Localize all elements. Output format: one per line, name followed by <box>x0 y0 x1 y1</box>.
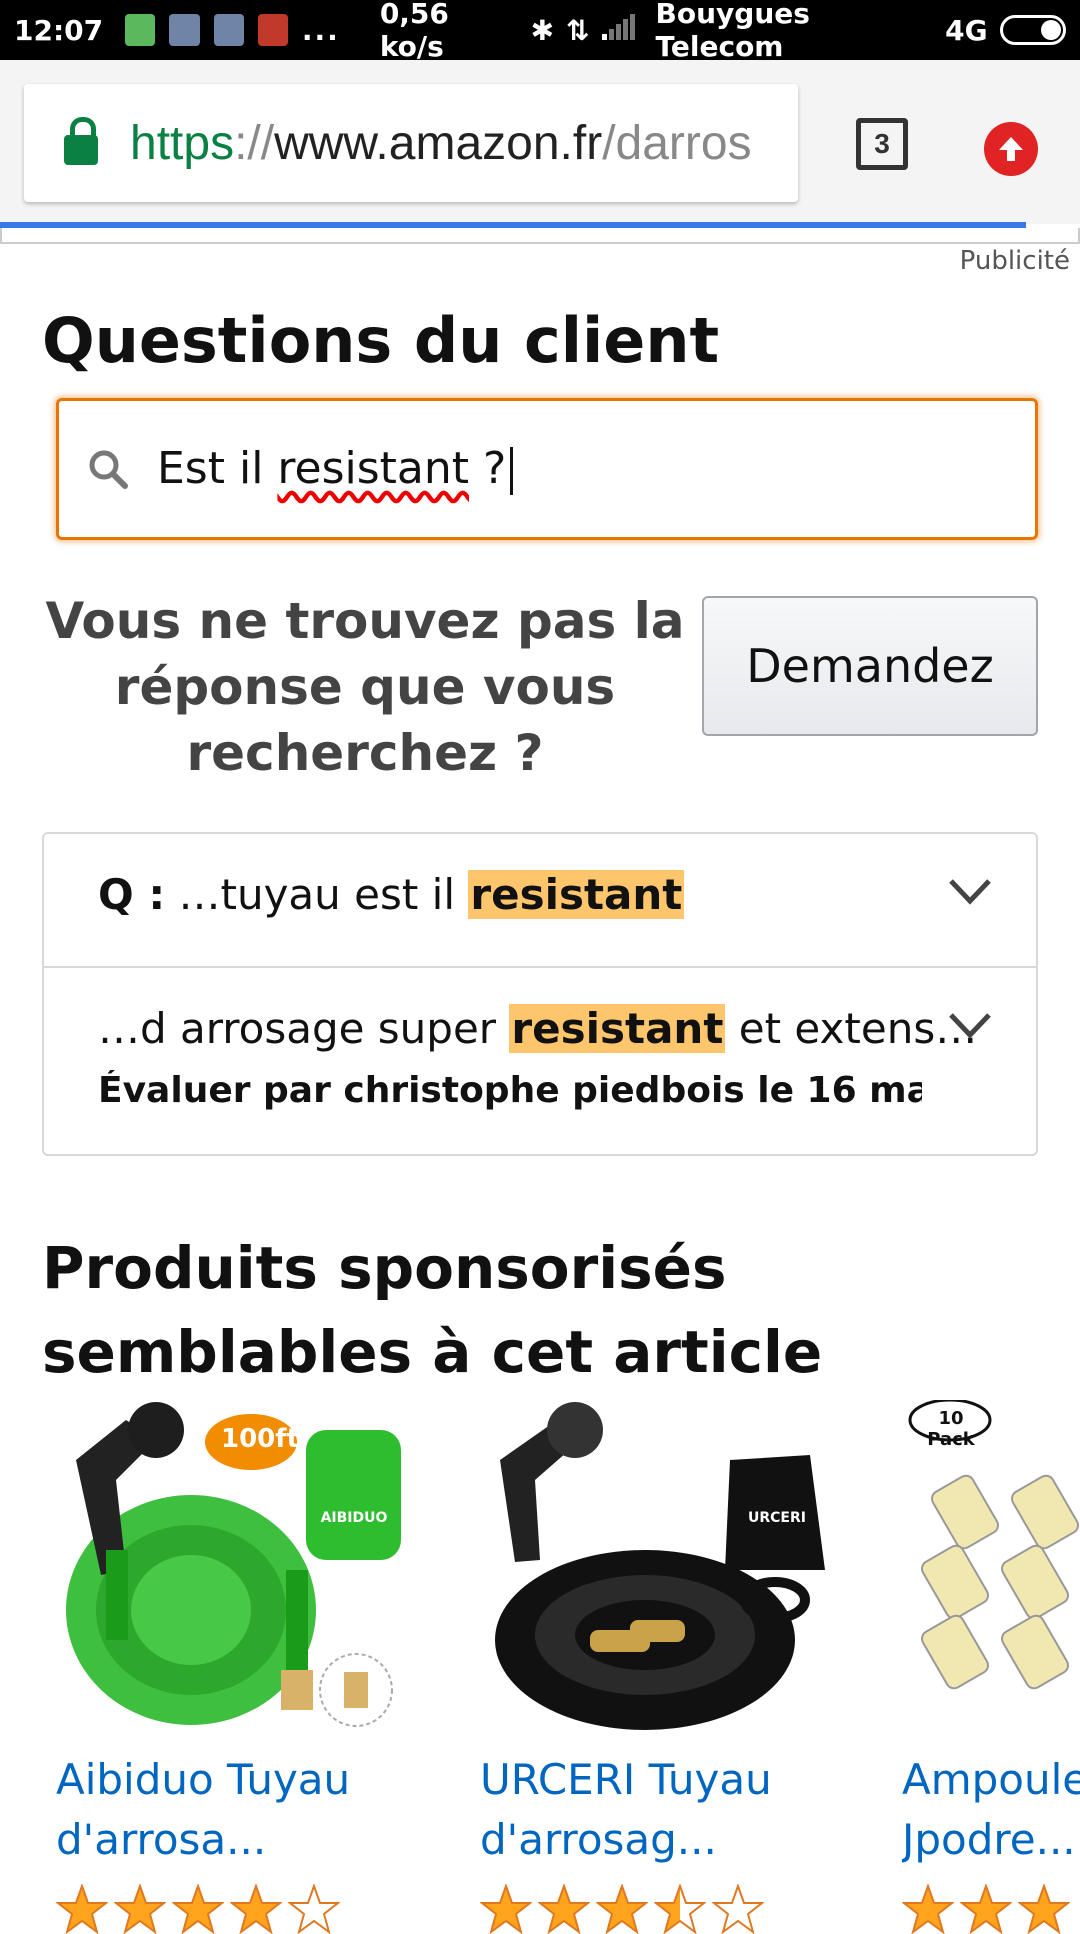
star-rating <box>480 1884 860 1934</box>
star-full-icon <box>960 1884 1012 1934</box>
product-card[interactable]: 10 Pack Ampoule Jpodre... <box>902 1400 1080 1934</box>
tab-switcher-button[interactable]: 3 <box>856 118 908 170</box>
chevron-down-icon[interactable] <box>948 878 992 906</box>
status-bar: 12:07 ... 0,56 ko/s ✱ ⇅ Bouygues Telecom… <box>0 0 1080 63</box>
star-full-icon <box>596 1884 648 1934</box>
app-notification-icon <box>169 14 200 46</box>
bluetooth-icon: ✱ <box>530 13 555 47</box>
more-notifications-icon: ... <box>301 13 340 47</box>
data-transfer-icon: ⇅ <box>566 13 590 47</box>
ad-frame <box>0 228 1080 244</box>
browser-toolbar: https://www.amazon.fr/darros 3 <box>0 60 1080 224</box>
not-found-text: Vous ne trouvez pas la réponse que vous … <box>45 592 685 782</box>
qa-review-text: …d arrosage super resistant et extens… <box>98 1004 978 1053</box>
app-notification-icon <box>257 14 288 46</box>
product-bag-label: URCERI <box>748 1510 806 1526</box>
star-rating <box>56 1884 436 1934</box>
search-icon <box>89 450 128 489</box>
app-notification-icon <box>213 14 244 46</box>
ad-label: Publicité <box>959 246 1070 276</box>
star-empty-icon <box>288 1884 340 1934</box>
product-image[interactable]: URCERI <box>480 1400 840 1740</box>
star-empty-icon <box>712 1884 764 1934</box>
url-host: www.amazon.fr <box>274 116 603 170</box>
status-time: 12:07 <box>14 13 104 47</box>
questions-title: Questions du client <box>42 304 720 377</box>
product-card[interactable]: URCERI URCERI Tuyau d'arrosag... <box>480 1400 860 1934</box>
star-full-icon <box>172 1884 224 1934</box>
star-full-icon <box>230 1884 282 1934</box>
network-type: 4G <box>945 13 988 47</box>
signal-icon <box>601 13 636 47</box>
qa-results: Q : …tuyau est il resistant …d arrosage … <box>42 832 1038 1156</box>
star-full-icon <box>1018 1884 1070 1934</box>
url-path: /darros <box>602 116 752 170</box>
url-scheme: https <box>130 116 235 170</box>
product-image[interactable]: 100ft AIBIDUO <box>56 1400 416 1740</box>
arrow-up-icon <box>999 137 1023 161</box>
search-highlight: resistant <box>509 1004 726 1053</box>
chevron-down-icon[interactable] <box>948 1012 992 1040</box>
product-bag-label: AIBIDUO <box>320 1510 388 1526</box>
product-card[interactable]: 100ft AIBIDUO Aibiduo Tuyau d'arrosa... <box>56 1400 436 1934</box>
product-title[interactable]: Ampoule Jpodre... <box>902 1750 1080 1870</box>
star-full-icon <box>480 1884 532 1934</box>
star-full-icon <box>56 1884 108 1934</box>
battery-icon <box>999 15 1066 45</box>
sponsored-title: Produits sponsorisés semblables à cet ar… <box>42 1234 823 1386</box>
star-rating <box>902 1884 1080 1934</box>
star-full-icon <box>902 1884 954 1934</box>
network-speed: 0,56 ko/s <box>379 0 449 63</box>
carrier-name: Bouygues Telecom <box>655 0 810 63</box>
star-full-icon <box>538 1884 590 1934</box>
question-search-input[interactable]: Est il resistant ? <box>56 398 1038 540</box>
text-cursor <box>510 447 514 495</box>
product-badge: 10 Pack <box>927 1408 975 1450</box>
search-highlight: resistant <box>468 870 685 919</box>
question-label: Q : <box>98 870 166 919</box>
star-half-icon <box>654 1884 706 1934</box>
product-title[interactable]: URCERI Tuyau d'arrosag... <box>480 1750 860 1870</box>
url-separator: :// <box>234 116 275 170</box>
qa-result-row[interactable]: Q : …tuyau est il resistant <box>44 834 1036 968</box>
star-full-icon <box>114 1884 166 1934</box>
app-notification-icon <box>125 14 156 46</box>
ask-question-button[interactable]: Demandez <box>702 596 1038 736</box>
product-badge: 100ft <box>221 1424 300 1454</box>
qa-question-text: Q : …tuyau est il resistant <box>98 870 685 919</box>
product-title[interactable]: Aibiduo Tuyau d'arrosa... <box>56 1750 436 1870</box>
product-image[interactable]: 10 Pack <box>902 1400 1080 1740</box>
lock-icon <box>64 117 98 165</box>
misspelled-word: resistant <box>277 443 470 494</box>
update-button[interactable] <box>984 122 1038 176</box>
review-meta: Évaluer par christophe piedbois le 16 ma… <box>98 1070 922 1111</box>
url-bar[interactable]: https://www.amazon.fr/darros <box>24 84 798 202</box>
search-input-value: Est il resistant ? <box>157 443 514 495</box>
